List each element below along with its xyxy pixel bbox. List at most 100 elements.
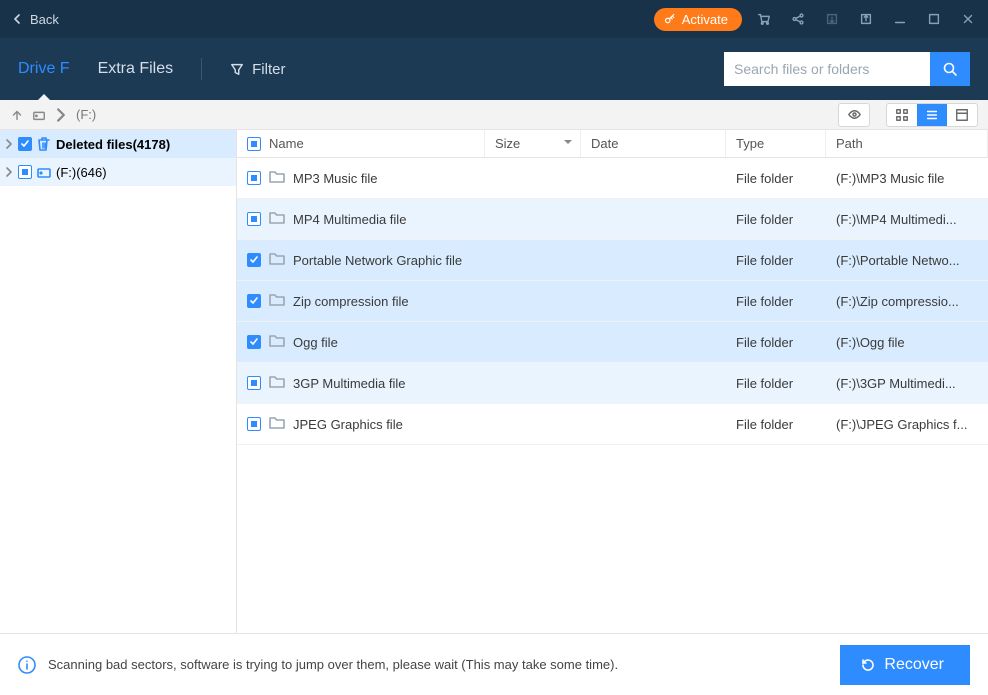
tab-bar: Drive F Extra Files Filter (0, 38, 988, 100)
cell-type: File folder (726, 171, 826, 186)
folder-icon (269, 170, 285, 186)
import-icon (824, 11, 840, 27)
table-row[interactable]: Zip compression file File folder(F:)\Zip … (237, 281, 988, 322)
table-row[interactable]: Portable Network Graphic file File folder… (237, 240, 988, 281)
checkbox[interactable] (18, 137, 32, 151)
column-size-label: Size (495, 136, 520, 151)
cell-type: File folder (726, 376, 826, 391)
search-input[interactable] (724, 52, 930, 86)
sidebar-item-label: Deleted files(4178) (56, 137, 170, 152)
table-row[interactable]: MP3 Music file File folder(F:)\MP3 Music … (237, 158, 988, 199)
folder-icon (269, 293, 285, 309)
cell-path: (F:)\JPEG Graphics f... (826, 417, 988, 432)
tab-drive-label: Drive F (18, 60, 70, 78)
column-type[interactable]: Type (726, 130, 826, 157)
table-row[interactable]: MP4 Multimedia fileFile folder(F:)\MP4 M… (237, 199, 988, 240)
cell-path: (F:)\MP3 Music file (826, 171, 988, 186)
view-list-button[interactable] (917, 104, 947, 126)
up-button[interactable] (10, 108, 24, 122)
checkbox[interactable] (247, 171, 261, 185)
table-row[interactable]: JPEG Graphics file File folder(F:)\JPEG G… (237, 404, 988, 445)
folder-icon (269, 375, 285, 391)
drive-icon (36, 164, 52, 180)
column-name-label: Name (269, 136, 304, 151)
cell-path: (F:)\Zip compressio... (826, 294, 988, 309)
checkbox[interactable] (247, 376, 261, 390)
search-icon (942, 61, 958, 77)
filter-button[interactable]: Filter (230, 61, 285, 78)
divider (201, 58, 202, 80)
sidebar-item[interactable]: (F:)(646) (0, 158, 236, 186)
maximize-icon[interactable] (926, 11, 942, 27)
view-detail-button[interactable] (947, 104, 977, 126)
tab-drive[interactable]: Drive F (18, 38, 70, 100)
folder-icon (269, 252, 285, 268)
tab-extra-label: Extra Files (98, 60, 174, 78)
cell-type: File folder (726, 417, 826, 432)
checkbox[interactable] (247, 417, 261, 431)
window-controls (756, 11, 976, 27)
info-icon (18, 656, 36, 674)
table-header: Name Size Date Type Path (237, 130, 988, 158)
column-date-label: Date (591, 136, 618, 151)
cell-path: (F:)\Portable Netwo... (826, 253, 988, 268)
drive-icon[interactable] (32, 108, 46, 122)
expand-icon[interactable] (4, 137, 14, 152)
cell-name: JPEG Graphics file (293, 417, 403, 432)
sidebar-item[interactable]: Deleted files(4178) (0, 130, 236, 158)
cell-name: 3GP Multimedia file (293, 376, 405, 391)
key-icon (664, 13, 676, 25)
table-row[interactable]: 3GP Multimedia file File folder(F:)\3GP M… (237, 363, 988, 404)
breadcrumb-bar: (F:) (0, 100, 988, 130)
table-row[interactable]: Ogg fileFile folder(F:)\Ogg file (237, 322, 988, 363)
column-path[interactable]: Path (826, 130, 988, 157)
select-all-checkbox[interactable] (247, 137, 261, 151)
cell-name: MP3 Music file (293, 171, 378, 186)
cell-type: File folder (726, 253, 826, 268)
activate-button[interactable]: Activate (654, 8, 742, 31)
cell-path: (F:)\3GP Multimedi... (826, 376, 988, 391)
filter-label: Filter (252, 61, 285, 78)
folder-icon (269, 211, 285, 227)
content-area: Name Size Date Type Path MP3 Music file F… (237, 130, 988, 633)
recover-label: Recover (884, 656, 944, 674)
minimize-icon[interactable] (892, 11, 908, 27)
chevron-left-icon (12, 14, 22, 24)
cell-name: Ogg file (293, 335, 338, 350)
breadcrumb-path[interactable]: (F:) (76, 107, 96, 122)
tab-extra-files[interactable]: Extra Files (98, 38, 174, 100)
recover-button[interactable]: Recover (840, 645, 970, 685)
share-icon[interactable] (790, 11, 806, 27)
cell-path: (F:)\Ogg file (826, 335, 988, 350)
view-grid-button[interactable] (887, 104, 917, 126)
column-path-label: Path (836, 136, 863, 151)
expand-icon[interactable] (4, 165, 14, 180)
checkbox[interactable] (247, 253, 261, 267)
column-size[interactable]: Size (485, 130, 581, 157)
column-type-label: Type (736, 136, 764, 151)
title-bar: Back Activate (0, 0, 988, 38)
cell-type: File folder (726, 294, 826, 309)
cell-name: Portable Network Graphic file (293, 253, 462, 268)
folder-icon (269, 416, 285, 432)
cell-name: MP4 Multimedia file (293, 212, 406, 227)
search-wrap (724, 52, 970, 86)
checkbox[interactable] (18, 165, 32, 179)
footer-bar: Scanning bad sectors, software is trying… (0, 633, 988, 695)
search-button[interactable] (930, 52, 970, 86)
main-area: Deleted files(4178) (F:)(646) Name Size D… (0, 130, 988, 633)
checkbox[interactable] (247, 294, 261, 308)
close-icon[interactable] (960, 11, 976, 27)
cell-path: (F:)\MP4 Multimedi... (826, 212, 988, 227)
view-switch (886, 103, 978, 127)
cell-name: Zip compression file (293, 294, 409, 309)
back-button[interactable]: Back (12, 12, 59, 27)
column-name[interactable]: Name (237, 130, 485, 157)
activate-label: Activate (682, 12, 728, 27)
checkbox[interactable] (247, 335, 261, 349)
column-date[interactable]: Date (581, 130, 726, 157)
preview-button[interactable] (838, 103, 870, 127)
export-icon[interactable] (858, 11, 874, 27)
checkbox[interactable] (247, 212, 261, 226)
cart-icon[interactable] (756, 11, 772, 27)
